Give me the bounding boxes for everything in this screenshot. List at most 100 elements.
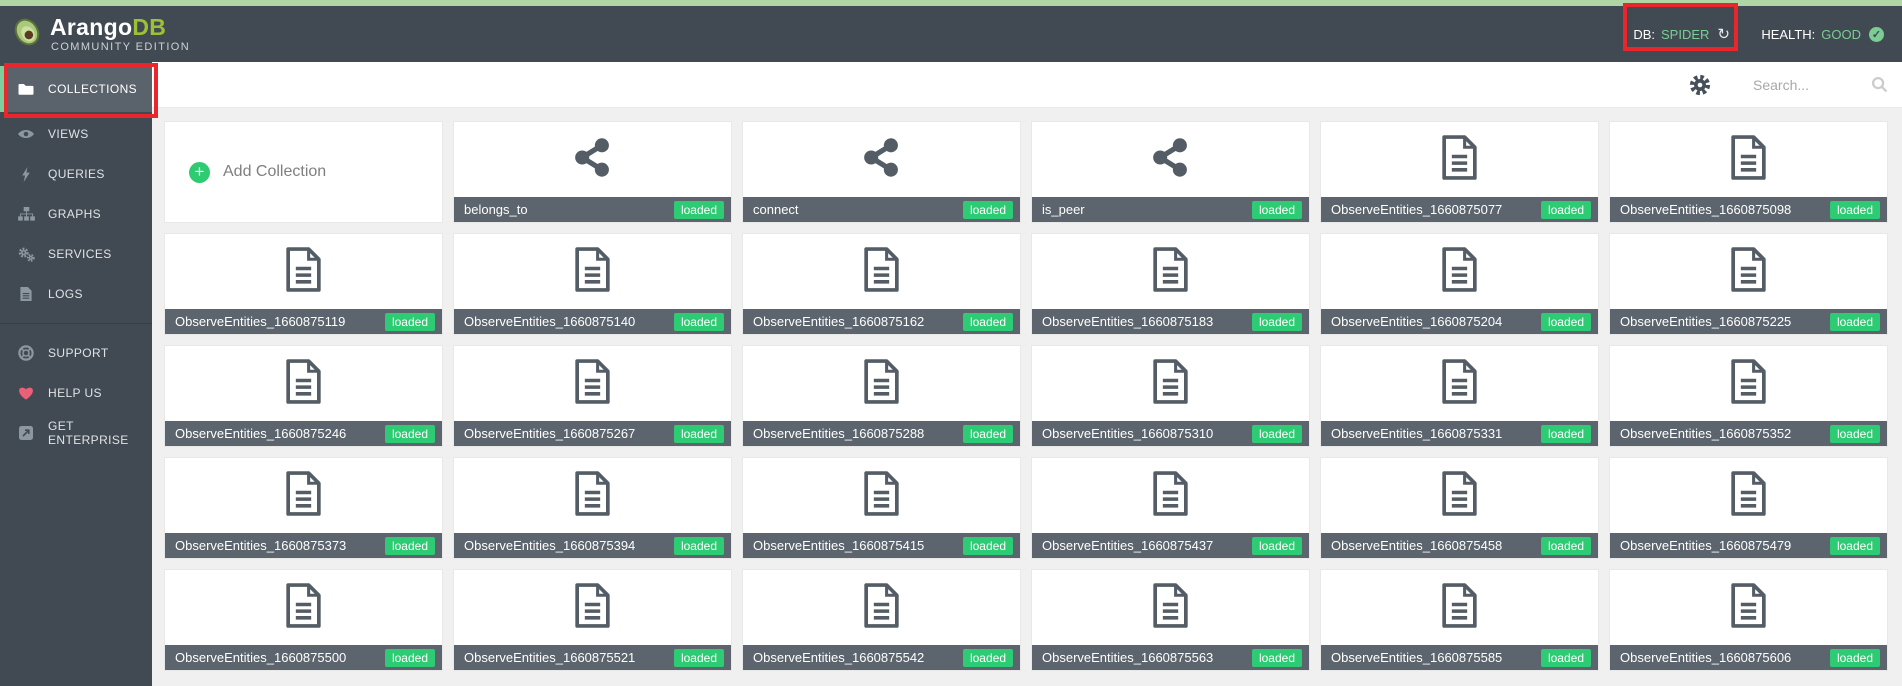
collection-tile[interactable]: ObserveEntities_1660875563loaded	[1031, 569, 1310, 671]
collection-tile[interactable]: ObserveEntities_1660875183loaded	[1031, 233, 1310, 335]
collection-tile[interactable]: ObserveEntities_1660875585 loaded	[1320, 569, 1599, 671]
collection-tile[interactable]: ObserveEntities_1660875162loaded	[742, 233, 1021, 335]
collection-tile[interactable]: belongs_toloaded	[453, 121, 732, 223]
sidebar-item-get-enterprise[interactable]: GET ENTERPRISE	[0, 413, 152, 453]
tile-footer: ObserveEntities_1660875415loaded	[743, 533, 1020, 558]
collection-name: ObserveEntities_1660875183	[1042, 314, 1246, 329]
search-box	[1753, 76, 1888, 93]
collection-tile[interactable]: ObserveEntities_1660875204loaded	[1320, 233, 1599, 335]
collection-name: ObserveEntities_1660875458	[1331, 538, 1535, 553]
status-badge: loaded	[963, 649, 1013, 667]
collection-tile[interactable]: ObserveEntities_1660875521loaded	[453, 569, 732, 671]
status-badge: loaded	[1541, 649, 1591, 667]
document-icon	[1730, 247, 1767, 297]
collection-name: ObserveEntities_1660875542	[753, 650, 957, 665]
document-icon	[285, 359, 322, 409]
sidebar-item-services[interactable]: SERVICES	[0, 234, 152, 274]
collection-tile[interactable]: ObserveEntities_1660875437loaded	[1031, 457, 1310, 559]
collection-tile[interactable]: ObserveEntities_1660875331loaded	[1320, 345, 1599, 447]
sidebar-item-collections[interactable]: COLLECTIONS	[0, 66, 152, 112]
tile-footer: ObserveEntities_1660875521loaded	[454, 645, 731, 670]
external-link-icon	[17, 425, 35, 441]
sidebar-item-help-us[interactable]: HELP US	[0, 373, 152, 413]
tile-footer: ObserveEntities_1660875563loaded	[1032, 645, 1309, 670]
collection-tile[interactable]: ObserveEntities_1660875373loaded	[164, 457, 443, 559]
sidebar-item-graphs[interactable]: GRAPHS	[0, 194, 152, 234]
db-name: SPIDER	[1661, 27, 1709, 42]
sidebar-item-logs[interactable]: LOGS	[0, 274, 152, 314]
document-icon	[1152, 247, 1189, 297]
document-icon	[574, 471, 611, 521]
collection-tile[interactable]: ObserveEntities_1660875077loaded	[1320, 121, 1599, 223]
status-badge: loaded	[963, 201, 1013, 219]
collection-tile[interactable]: ObserveEntities_1660875140loaded	[453, 233, 732, 335]
status-badge: loaded	[385, 313, 435, 331]
collection-tile[interactable]: ObserveEntities_1660875246loaded	[164, 345, 443, 447]
collection-tile[interactable]: ObserveEntities_1660875606loaded	[1609, 569, 1888, 671]
status-badge: loaded	[674, 201, 724, 219]
collection-name: ObserveEntities_1660875352	[1620, 426, 1824, 441]
tile-footer: ObserveEntities_1660875288loaded	[743, 421, 1020, 446]
search-icon[interactable]	[1871, 76, 1888, 93]
tile-footer: ObserveEntities_1660875119 loaded	[165, 309, 442, 334]
collection-tile[interactable]: ObserveEntities_1660875352loaded	[1609, 345, 1888, 447]
search-input[interactable]	[1753, 77, 1861, 93]
document-icon	[1441, 583, 1478, 633]
sidebar-item-queries[interactable]: QUERIES	[0, 154, 152, 194]
collection-tile[interactable]: ObserveEntities_1660875267loaded	[453, 345, 732, 447]
sidebar-item-views[interactable]: VIEWS	[0, 114, 152, 154]
collection-name: connect	[753, 202, 957, 217]
collection-name: ObserveEntities_1660875119	[175, 314, 379, 329]
sidebar-item-support[interactable]: SUPPORT	[0, 333, 152, 373]
status-badge: loaded	[1830, 313, 1880, 331]
collection-name: ObserveEntities_1660875204	[1331, 314, 1535, 329]
tile-footer: ObserveEntities_1660875310loaded	[1032, 421, 1309, 446]
collection-tile[interactable]: ObserveEntities_1660875310loaded	[1031, 345, 1310, 447]
add-collection-label: Add Collection	[223, 163, 326, 181]
collection-tile[interactable]: ObserveEntities_1660875288loaded	[742, 345, 1021, 447]
document-icon	[574, 247, 611, 297]
db-indicator[interactable]: DB: SPIDER ↻	[1633, 6, 1730, 62]
collection-tile[interactable]: ObserveEntities_1660875225 loaded	[1609, 233, 1888, 335]
collection-tile[interactable]: ObserveEntities_1660875542 loaded	[742, 569, 1021, 671]
tile-footer: ObserveEntities_1660875352loaded	[1610, 421, 1887, 446]
sidebar: COLLECTIONS VIEWS QUERIESGRAPHSSERVICESLOG…	[0, 62, 152, 686]
collection-tile[interactable]: ObserveEntities_1660875479loaded	[1609, 457, 1888, 559]
collection-name: ObserveEntities_1660875563	[1042, 650, 1246, 665]
refresh-icon[interactable]: ↻	[1717, 25, 1730, 43]
collection-tile[interactable]: ObserveEntities_1660875119 loaded	[164, 233, 443, 335]
tile-footer: is_peerloaded	[1032, 197, 1309, 222]
status-badge: loaded	[1830, 537, 1880, 555]
collection-tile[interactable]: ObserveEntities_1660875415loaded	[742, 457, 1021, 559]
tile-footer: ObserveEntities_1660875162loaded	[743, 309, 1020, 334]
document-icon	[285, 471, 322, 521]
document-icon	[1730, 583, 1767, 633]
collection-name: ObserveEntities_1660875098	[1620, 202, 1824, 217]
tile-footer: ObserveEntities_1660875183loaded	[1032, 309, 1309, 334]
document-icon	[863, 471, 900, 521]
collection-tile[interactable]: ObserveEntities_1660875394loaded	[453, 457, 732, 559]
sidebar-item-label: VIEWS	[48, 127, 89, 141]
plus-circle-icon: +	[189, 162, 210, 183]
sidebar-item-label: GET ENTERPRISE	[48, 419, 152, 447]
document-icon	[1730, 359, 1767, 409]
add-collection-button[interactable]: + Add Collection	[164, 121, 443, 223]
collection-tile[interactable]: connect loaded	[742, 121, 1021, 223]
gear-icon[interactable]	[1689, 74, 1711, 96]
logo-title: ArangoDB	[50, 16, 190, 39]
document-icon	[285, 247, 322, 297]
document-icon	[285, 583, 322, 633]
collection-name: ObserveEntities_1660875585	[1331, 650, 1535, 665]
collection-name: ObserveEntities_1660875225	[1620, 314, 1824, 329]
collection-tile[interactable]: ObserveEntities_1660875458loaded	[1320, 457, 1599, 559]
tile-footer: belongs_toloaded	[454, 197, 731, 222]
collection-name: ObserveEntities_1660875140	[464, 314, 668, 329]
app-header: ArangoDB COMMUNITY EDITION DB: SPIDER ↻ …	[0, 6, 1902, 62]
tile-footer: ObserveEntities_1660875606loaded	[1610, 645, 1887, 670]
collection-tile[interactable]: ObserveEntities_1660875500loaded	[164, 569, 443, 671]
tile-footer: ObserveEntities_1660875098loaded	[1610, 197, 1887, 222]
collection-tile[interactable]: ObserveEntities_1660875098loaded	[1609, 121, 1888, 223]
collections-grid: + Add Collection belongs_toloaded connect…	[152, 108, 1902, 671]
collection-tile[interactable]: is_peerloaded	[1031, 121, 1310, 223]
document-icon	[863, 247, 900, 297]
